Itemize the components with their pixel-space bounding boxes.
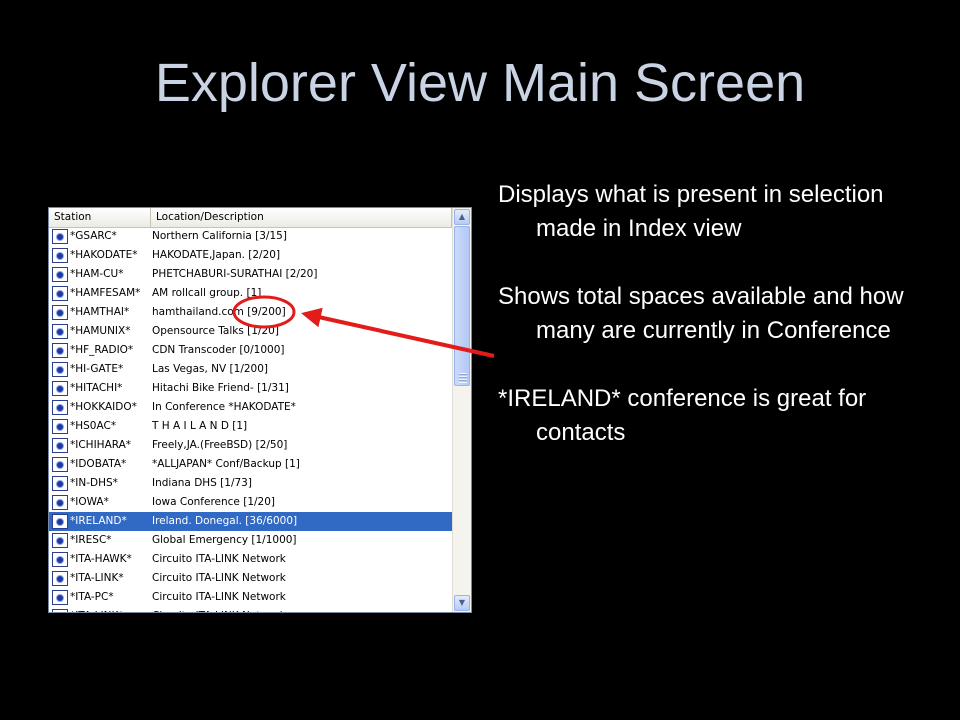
location-cell: PHETCHABURI-SURATHAI [2/20] bbox=[152, 268, 318, 280]
conference-node-icon bbox=[52, 419, 68, 434]
station-cell: *IRESC* bbox=[70, 534, 112, 546]
table-row[interactable]: *ITA-LINK* Circuito ITA-LINK Network bbox=[49, 569, 452, 588]
location-cell: hamthailand.com [9/200] bbox=[152, 306, 286, 318]
location-cell: Opensource Talks [1/20] bbox=[152, 325, 279, 337]
conference-node-icon bbox=[52, 248, 68, 263]
conference-node-icon bbox=[52, 286, 68, 301]
vertical-scrollbar[interactable]: ▲ ▼ bbox=[452, 208, 471, 612]
table-row[interactable]: *ITA-LINK*Circuito ITA-LINK Network bbox=[49, 607, 452, 612]
table-row[interactable]: *HAMTHAI* hamthailand.com [9/200] bbox=[49, 303, 452, 322]
table-row[interactable]: *HF_RADIO* CDN Transcoder [0/1000] bbox=[49, 341, 452, 360]
location-cell: *ALLJAPAN* Conf/Backup [1] bbox=[152, 458, 300, 470]
conference-node-icon bbox=[52, 438, 68, 453]
table-row[interactable]: *IRESC* Global Emergency [1/1000] bbox=[49, 531, 452, 550]
conference-node-icon bbox=[52, 514, 68, 529]
column-header-location[interactable]: Location/Description bbox=[151, 208, 452, 227]
location-cell: Circuito ITA-LINK Network bbox=[152, 553, 286, 565]
station-cell: *HF_RADIO* bbox=[70, 344, 134, 356]
station-cell: *IRELAND* bbox=[70, 515, 127, 527]
conference-node-icon bbox=[52, 552, 68, 567]
location-cell: Ireland. Donegal. [36/6000] bbox=[152, 515, 298, 527]
conference-node-icon bbox=[52, 305, 68, 320]
table-row[interactable]: *HS0AC* T H A I L A N D [1] bbox=[49, 417, 452, 436]
station-cell: *HAMFESAM* bbox=[70, 287, 141, 299]
location-cell: Hitachi Bike Friend- [1/31] bbox=[152, 382, 289, 394]
location-cell: CDN Transcoder [0/1000] bbox=[152, 344, 285, 356]
station-cell: *ITA-LINK* bbox=[70, 572, 124, 584]
station-cell: *ITA-PC* bbox=[70, 591, 114, 603]
table-row[interactable]: *HAKODATE* HAKODATE,Japan. [2/20] bbox=[49, 246, 452, 265]
conference-node-icon bbox=[52, 495, 68, 510]
conference-node-icon bbox=[52, 400, 68, 415]
location-cell: Iowa Conference [1/20] bbox=[152, 496, 275, 508]
location-cell: Northern California [3/15] bbox=[152, 230, 287, 242]
station-cell: *ITA-LINK* bbox=[70, 607, 151, 612]
table-row[interactable]: *GSARC* Northern California [3/15] bbox=[49, 227, 452, 246]
conference-node-icon bbox=[52, 267, 68, 282]
station-list: *GSARC* Northern California [3/15] *HAKODA… bbox=[49, 227, 452, 612]
station-cell: *HS0AC* bbox=[70, 420, 117, 432]
bullet-2: Shows total spaces available and how man… bbox=[498, 283, 904, 344]
location-cell: Circuito ITA-LINK Network bbox=[152, 591, 286, 603]
table-row[interactable]: *ITA-HAWK* Circuito ITA-LINK Network bbox=[49, 550, 452, 569]
location-cell: T H A I L A N D [1] bbox=[152, 420, 248, 432]
station-cell: *ITA-HAWK* bbox=[70, 553, 132, 565]
bullet-1: Displays what is present in selection ma… bbox=[498, 181, 884, 242]
conference-node-icon bbox=[52, 324, 68, 339]
table-row[interactable]: *IDOBATA* *ALLJAPAN* Conf/Backup [1] bbox=[49, 455, 452, 474]
table-row[interactable]: *HAMUNIX* Opensource Talks [1/20] bbox=[49, 322, 452, 341]
table-row[interactable]: *ITA-PC* Circuito ITA-LINK Network bbox=[49, 588, 452, 607]
table-row[interactable]: *HAMFESAM* AM rollcall group. [1] bbox=[49, 284, 452, 303]
table-row[interactable]: *HITACHI* Hitachi Bike Friend- [1/31] bbox=[49, 379, 452, 398]
conference-node-icon bbox=[52, 590, 68, 605]
scroll-up-button[interactable]: ▲ bbox=[454, 209, 470, 225]
location-cell: Circuito ITA-LINK Network bbox=[152, 572, 286, 584]
table-row[interactable]: *HAM-CU* PHETCHABURI-SURATHAI [2/20] bbox=[49, 265, 452, 284]
table-row[interactable]: *IRELAND* Ireland. Donegal. [36/6000] bbox=[49, 512, 452, 531]
scroll-thumb[interactable] bbox=[454, 226, 470, 386]
location-cell: Las Vegas, NV [1/200] bbox=[152, 363, 268, 375]
station-cell: *HAMUNIX* bbox=[70, 325, 131, 337]
station-cell: *HI-GATE* bbox=[70, 363, 124, 375]
station-cell: *GSARC* bbox=[70, 230, 117, 242]
station-cell: *HITACHI* bbox=[70, 382, 123, 394]
location-cell: Global Emergency [1/1000] bbox=[152, 534, 297, 546]
station-cell: *HAM-CU* bbox=[70, 268, 124, 280]
slide-title: Explorer View Main Screen bbox=[154, 53, 806, 113]
location-cell: HAKODATE,Japan. [2/20] bbox=[152, 249, 281, 261]
conference-node-icon bbox=[52, 362, 68, 377]
conference-node-icon bbox=[52, 533, 68, 548]
station-cell: *HAMTHAI* bbox=[70, 306, 130, 318]
station-cell: *IOWA* bbox=[70, 496, 109, 508]
station-cell: *IN-DHS* bbox=[70, 477, 118, 489]
bullet-list: Displays what is present in selection ma… bbox=[498, 178, 938, 484]
conference-node-icon bbox=[52, 571, 68, 586]
conference-node-icon bbox=[52, 343, 68, 358]
scroll-grip-icon bbox=[459, 373, 467, 383]
station-cell: *HAKODATE* bbox=[70, 249, 138, 261]
location-cell: In Conference *HAKODATE* bbox=[152, 401, 296, 413]
scroll-down-button[interactable]: ▼ bbox=[454, 595, 470, 611]
conference-node-icon bbox=[52, 381, 68, 396]
column-header-station[interactable]: Station bbox=[49, 208, 151, 227]
bullet-3: *IRELAND* conference is great for contac… bbox=[498, 385, 867, 446]
station-cell: *ICHIHARA* bbox=[70, 439, 132, 451]
station-cell: *IDOBATA* bbox=[70, 458, 127, 470]
station-cell: *HOKKAIDO* bbox=[70, 401, 137, 413]
table-row[interactable]: *HI-GATE* Las Vegas, NV [1/200] bbox=[49, 360, 452, 379]
table-row[interactable]: *HOKKAIDO* In Conference *HAKODATE* bbox=[49, 398, 452, 417]
location-cell: AM rollcall group. [1] bbox=[152, 287, 262, 299]
location-cell: Circuito ITA-LINK Network bbox=[151, 607, 452, 612]
conference-node-icon bbox=[52, 476, 68, 491]
list-header: Station Location/Description bbox=[49, 208, 452, 228]
conference-node-icon bbox=[52, 609, 68, 612]
location-cell: Indiana DHS [1/73] bbox=[152, 477, 252, 489]
table-row[interactable]: *IOWA* Iowa Conference [1/20] bbox=[49, 493, 452, 512]
location-cell: Freely,JA.(FreeBSD) [2/50] bbox=[152, 439, 288, 451]
conference-node-icon bbox=[52, 457, 68, 472]
conference-node-icon bbox=[52, 229, 68, 244]
table-row[interactable]: *IN-DHS* Indiana DHS [1/73] bbox=[49, 474, 452, 493]
table-row[interactable]: *ICHIHARA* Freely,JA.(FreeBSD) [2/50] bbox=[49, 436, 452, 455]
explorer-view-screenshot: Station Location/Description *GSARC* Nort… bbox=[48, 207, 472, 613]
